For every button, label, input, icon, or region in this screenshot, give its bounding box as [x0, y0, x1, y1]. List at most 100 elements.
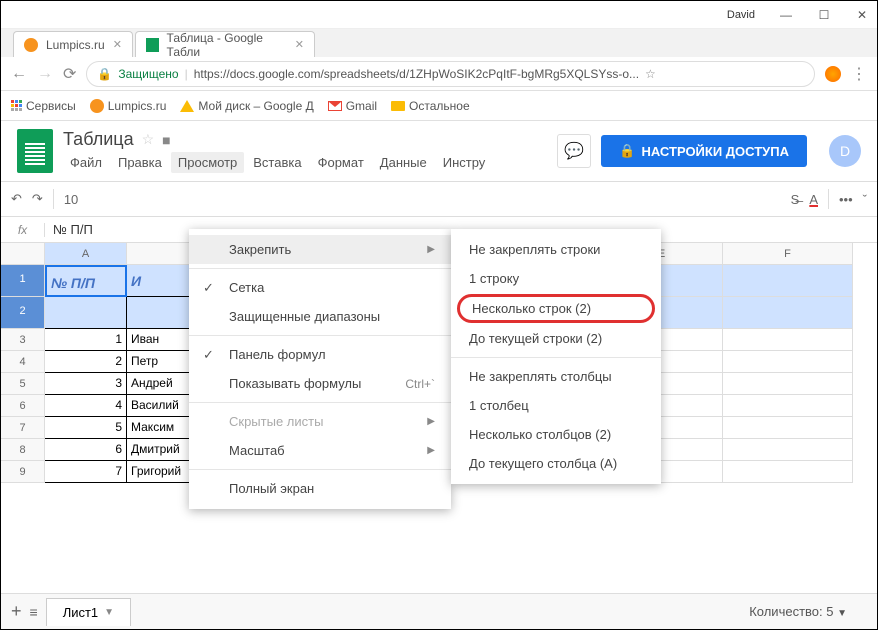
reload-icon[interactable]: ⟳ — [63, 64, 76, 84]
browser-tab-lumpics[interactable]: Lumpics.ru ✕ — [13, 31, 133, 57]
strikethrough-icon[interactable]: S̶ — [791, 192, 800, 207]
browser-tab-sheets[interactable]: Таблица - Google Табли ✕ — [135, 31, 315, 57]
menu-item-showformulas[interactable]: Показывать формулы Ctrl+` — [189, 369, 451, 398]
menu-item-rows2[interactable]: Несколько строк (2) — [457, 294, 655, 323]
menu-item-uptocol[interactable]: До текущего столбца (A) — [451, 449, 661, 478]
cell[interactable] — [723, 395, 853, 417]
menu-item-cols2[interactable]: Несколько столбцов (2) — [451, 420, 661, 449]
menu-item-nofreeze-rows[interactable]: Не закреплять строки — [451, 235, 661, 264]
menu-item-1col[interactable]: 1 столбец — [451, 391, 661, 420]
row-header[interactable]: 9 — [1, 461, 45, 483]
expand-icon[interactable]: ˇ — [863, 192, 867, 207]
extension-icon[interactable] — [825, 66, 841, 82]
cell[interactable]: 3 — [45, 373, 127, 395]
back-icon[interactable]: ← — [11, 65, 27, 83]
row-header[interactable]: 2 — [1, 297, 45, 329]
menu-insert[interactable]: Вставка — [246, 152, 308, 173]
secure-label: Защищено — [118, 67, 178, 81]
tab-close-icon[interactable]: ✕ — [295, 38, 304, 51]
menu-file[interactable]: Файл — [63, 152, 109, 173]
menu-item-protected[interactable]: Защищенные диапазоны — [189, 302, 451, 331]
star-icon[interactable]: ☆ — [142, 131, 155, 148]
cell[interactable] — [723, 417, 853, 439]
minimize-icon[interactable]: — — [779, 8, 793, 22]
favicon-icon — [146, 38, 159, 52]
col-header-a[interactable]: A — [45, 243, 127, 265]
tab-close-icon[interactable]: ✕ — [113, 38, 122, 51]
apps-button[interactable]: Сервисы — [11, 99, 76, 113]
browser-tabs: Lumpics.ru ✕ Таблица - Google Табли ✕ — [1, 29, 877, 57]
bookmark-other[interactable]: Остальное — [391, 99, 470, 113]
cell[interactable] — [45, 297, 127, 329]
cell[interactable]: № П/П — [45, 265, 127, 297]
bookmark-star-icon[interactable]: ☆ — [645, 67, 656, 81]
row-header[interactable]: 4 — [1, 351, 45, 373]
apps-icon — [11, 100, 22, 111]
fx-label: fx — [1, 223, 45, 237]
close-icon[interactable]: ✕ — [855, 8, 869, 22]
cell[interactable]: 2 — [45, 351, 127, 373]
cell[interactable] — [723, 439, 853, 461]
zoom-value[interactable]: 10 — [64, 192, 78, 207]
menu-item-freeze[interactable]: Закрепить ▶ — [189, 235, 451, 264]
add-sheet-icon[interactable]: + — [11, 601, 22, 622]
bookmark-lumpics[interactable]: Lumpics.ru — [90, 99, 167, 113]
cell[interactable] — [723, 329, 853, 351]
cell[interactable]: 6 — [45, 439, 127, 461]
cell[interactable] — [723, 297, 853, 329]
menu-item-grid[interactable]: Сетка — [189, 273, 451, 302]
cell[interactable]: 5 — [45, 417, 127, 439]
cell[interactable]: 7 — [45, 461, 127, 483]
select-all-corner[interactable] — [1, 243, 45, 265]
chevron-right-icon: ▶ — [427, 445, 435, 456]
menu-edit[interactable]: Правка — [111, 152, 169, 173]
cell[interactable] — [723, 265, 853, 297]
text-color-icon[interactable]: A — [809, 192, 818, 207]
row-header[interactable]: 7 — [1, 417, 45, 439]
menu-item-formulabar[interactable]: Панель формул — [189, 340, 451, 369]
cell[interactable]: 4 — [45, 395, 127, 417]
maximize-icon[interactable]: ☐ — [817, 8, 831, 22]
menu-item-zoom[interactable]: Масштаб ▶ — [189, 436, 451, 465]
row-header[interactable]: 6 — [1, 395, 45, 417]
menu-format[interactable]: Формат — [311, 152, 371, 173]
cell[interactable] — [723, 461, 853, 483]
row-header[interactable]: 3 — [1, 329, 45, 351]
avatar[interactable]: D — [829, 135, 861, 167]
favicon-icon — [90, 99, 104, 113]
menu-item-nofreeze-cols[interactable]: Не закреплять столбцы — [451, 362, 661, 391]
cell[interactable] — [723, 373, 853, 395]
menu-view[interactable]: Просмотр — [171, 152, 244, 173]
document-title[interactable]: Таблица — [63, 129, 134, 150]
selection-count[interactable]: Количество: 5 ▼ — [749, 604, 867, 619]
menu-item-fullscreen[interactable]: Полный экран — [189, 474, 451, 503]
folder-icon — [391, 101, 405, 111]
comments-button[interactable]: 💬 — [557, 134, 591, 168]
menu-tools[interactable]: Инстру — [436, 152, 493, 173]
menu-item-1row[interactable]: 1 строку — [451, 264, 661, 293]
url-input[interactable]: 🔒 Защищено | https://docs.google.com/spr… — [86, 61, 815, 87]
move-folder-icon[interactable]: ■ — [162, 132, 170, 148]
share-button[interactable]: 🔒 НАСТРОЙКИ ДОСТУПА — [601, 135, 807, 167]
chevron-down-icon[interactable]: ▼ — [104, 607, 114, 618]
user-label: David — [727, 9, 755, 21]
col-header-f[interactable]: F — [723, 243, 853, 265]
browser-menu-icon[interactable]: ⋮ — [851, 64, 867, 84]
cell[interactable]: 1 — [45, 329, 127, 351]
bookmark-gmail[interactable]: Gmail — [328, 99, 377, 113]
more-icon[interactable]: ••• — [839, 192, 853, 207]
all-sheets-icon[interactable]: ≡ — [30, 604, 38, 620]
row-header[interactable]: 5 — [1, 373, 45, 395]
row-header[interactable]: 8 — [1, 439, 45, 461]
cell[interactable] — [723, 351, 853, 373]
forward-icon[interactable]: → — [37, 65, 53, 83]
sheets-logo-icon[interactable] — [17, 129, 53, 173]
menu-data[interactable]: Данные — [373, 152, 434, 173]
menu-item-uptorow[interactable]: До текущей строки (2) — [451, 324, 661, 353]
undo-icon[interactable]: ↶ — [11, 191, 22, 207]
row-header[interactable]: 1 — [1, 265, 45, 297]
bookmark-drive[interactable]: Мой диск – Google Д — [180, 99, 313, 113]
menu-item-hidden: Скрытые листы ▶ — [189, 407, 451, 436]
sheet-tab[interactable]: Лист1 ▼ — [46, 598, 131, 626]
redo-icon[interactable]: ↷ — [32, 191, 43, 207]
